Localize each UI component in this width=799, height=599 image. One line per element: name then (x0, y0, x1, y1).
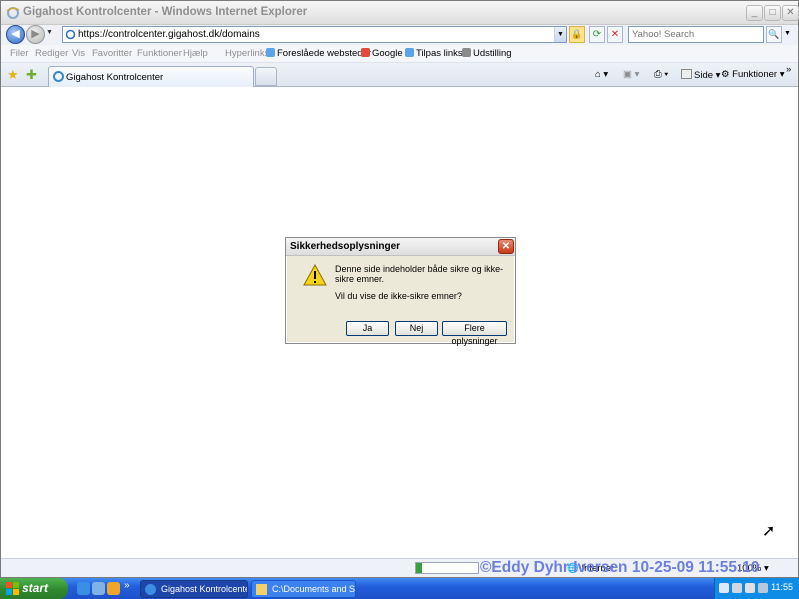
minimize-button[interactable]: _ (746, 5, 763, 21)
menu-favorites[interactable]: Favoritter (92, 48, 132, 59)
close-window-button[interactable]: ✕ (782, 5, 799, 21)
links-label: Hyperlinks (225, 48, 270, 59)
security-lock-icon[interactable]: 🔒 (569, 26, 585, 43)
system-tray: 11:55 (714, 578, 799, 599)
task-explorer[interactable]: C:\Documents and Se... (251, 580, 356, 598)
browser-window: Gigahost Kontrolcenter - Windows Interne… (0, 0, 799, 578)
link-customize[interactable]: Tilpas links (405, 48, 463, 59)
tools-menu-button[interactable]: ⚙ Funktioner ▾ (721, 69, 784, 80)
more-info-button[interactable]: Flere oplysninger (442, 321, 507, 346)
tab-label: Gigahost Kontrolcenter (66, 72, 164, 83)
search-icon[interactable]: 🔍 (766, 26, 782, 43)
menu-view[interactable]: Vis (72, 48, 85, 59)
history-dropdown-icon[interactable]: ▼ (46, 29, 53, 36)
taskbar: start » Gigahost Kontrolcenter... C:\Doc… (0, 578, 799, 599)
menu-tools[interactable]: Funktioner (137, 48, 182, 59)
tab-gigahost[interactable]: Gigahost Kontrolcenter (48, 66, 254, 87)
maximize-button[interactable]: □ (764, 5, 781, 21)
quicklaunch-overflow-icon[interactable]: » (124, 580, 137, 593)
address-bar[interactable]: https://controlcenter.gigahost.dk/domain… (62, 26, 567, 43)
task-label: Gigahost Kontrolcenter... (161, 584, 247, 594)
mouse-cursor-icon: ➚ (762, 523, 776, 540)
favorites-star-icon[interactable]: ★ (7, 67, 19, 83)
watermark: ©Eddy Dyhr Iversen 10-25-09 11:55:10 (480, 559, 760, 576)
page-icon (65, 29, 76, 40)
search-box[interactable] (628, 26, 764, 43)
ie-icon (145, 584, 156, 595)
ie-page-icon (266, 48, 275, 57)
link-label: Udstilling (473, 48, 512, 59)
add-favorite-icon[interactable]: ✚ (26, 67, 37, 83)
google-icon (361, 48, 370, 57)
menu-edit[interactable]: Rediger (35, 48, 68, 59)
start-label: start (22, 581, 49, 595)
dialog-close-button[interactable]: ✕ (498, 239, 514, 254)
forward-button[interactable]: ▶ (26, 25, 45, 44)
page-menu-label: Side (694, 70, 714, 81)
progress-bar (415, 562, 479, 574)
yes-button[interactable]: Ja (346, 321, 389, 336)
progress-fill (416, 563, 423, 573)
tab-bar: ★ ✚ Gigahost Kontrolcenter ⌂ ▾ ▣ ▾ ⎙ ▾ S… (1, 63, 798, 87)
page-icon (681, 69, 692, 79)
gear-icon: ⚙ (721, 69, 730, 80)
task-label: C:\Documents and Se... (272, 584, 356, 594)
print-icon[interactable]: ⎙ ▾ (654, 69, 668, 80)
link-suggested-sites[interactable]: Foreslåede websteder (266, 48, 371, 59)
link-label: Google (372, 48, 403, 59)
url-text[interactable]: https://controlcenter.gigahost.dk/domain… (78, 29, 260, 40)
task-ie[interactable]: Gigahost Kontrolcenter... (140, 580, 248, 598)
title-bar[interactable]: Gigahost Kontrolcenter - Windows Interne… (1, 1, 799, 25)
search-input[interactable] (629, 27, 761, 42)
menu-file[interactable]: Filer (10, 48, 28, 59)
quicklaunch-media-icon[interactable] (107, 582, 120, 595)
feeds-icon[interactable]: ▣ ▾ (623, 69, 639, 80)
security-dialog: Sikkerhedsoplysninger ✕ Denne side indeh… (285, 237, 516, 346)
dialog-message: Denne side indeholder både sikre og ikke… (335, 264, 504, 284)
address-toolbar: ◀ ▶ ▼ https://controlcenter.gigahost.dk/… (1, 25, 798, 45)
search-options-dropdown-icon[interactable]: ▼ (784, 30, 791, 37)
back-arrow-icon: ◀ (11, 28, 20, 40)
link-gallery[interactable]: Udstilling (462, 48, 512, 59)
gallery-icon (462, 48, 471, 57)
tools-menu-label: Funktioner (732, 69, 778, 80)
loading-icon (53, 71, 64, 82)
overflow-chevron-icon[interactable]: » (786, 64, 791, 75)
link-label: Foreslåede websteder (277, 48, 371, 59)
dialog-question: Vil du vise de ikke-sikre emner? (335, 291, 462, 301)
menu-bar: Filer Rediger Vis Favoritter Funktioner … (1, 45, 798, 63)
new-tab-button[interactable] (255, 67, 277, 86)
start-button[interactable]: start (0, 578, 68, 599)
windows-logo-icon (6, 582, 19, 595)
warning-shield-icon (303, 264, 327, 286)
home-icon[interactable]: ⌂ ▾ (595, 69, 608, 80)
network-icon[interactable] (732, 583, 742, 593)
stop-button[interactable]: ✕ (607, 26, 623, 43)
quicklaunch-explorer-icon[interactable] (92, 582, 105, 595)
address-dropdown-icon[interactable]: ▼ (554, 27, 566, 42)
dialog-title: Sikkerhedsoplysninger (290, 241, 401, 252)
tray-app-icon[interactable] (758, 583, 768, 593)
page-menu-button[interactable]: Side ▾ (681, 69, 720, 81)
no-button[interactable]: Nej (395, 321, 438, 336)
folder-icon (256, 584, 267, 595)
refresh-button[interactable]: ⟳ (589, 26, 605, 43)
link-label: Tilpas links (416, 48, 463, 59)
quicklaunch-ie-icon[interactable] (77, 582, 90, 595)
tray-back-icon[interactable] (719, 583, 729, 593)
dialog-title-bar[interactable]: Sikkerhedsoplysninger ✕ (286, 238, 515, 256)
ie-logo-icon (6, 7, 20, 19)
clock: 11:55 (771, 582, 793, 592)
link-google[interactable]: Google (361, 48, 403, 59)
volume-icon[interactable] (745, 583, 755, 593)
back-button[interactable]: ◀ (6, 25, 25, 44)
window-title: Gigahost Kontrolcenter - Windows Interne… (23, 6, 308, 18)
menu-help[interactable]: Hjælp (183, 48, 208, 59)
ie-page-icon (405, 48, 414, 57)
forward-arrow-icon: ▶ (31, 28, 40, 40)
